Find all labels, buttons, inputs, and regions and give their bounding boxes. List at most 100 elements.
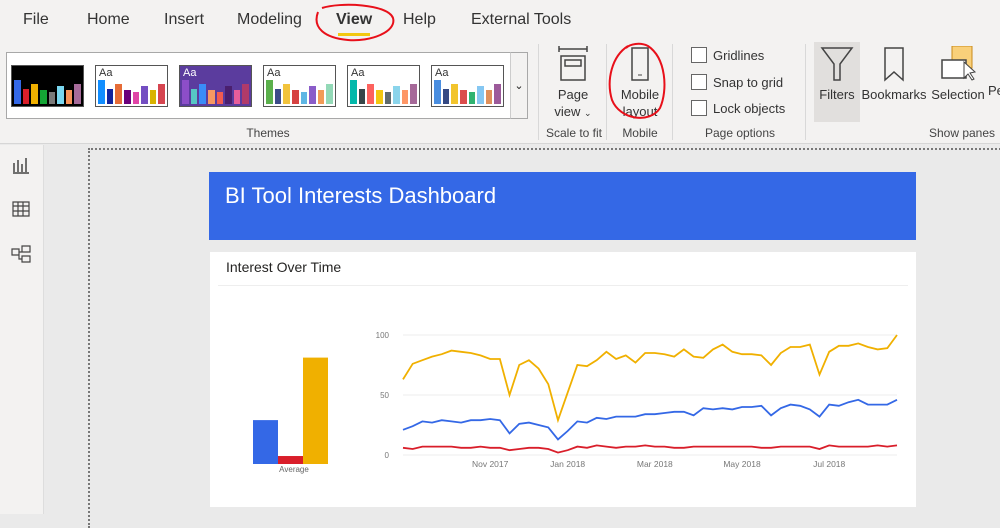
mobile-layout-button[interactable]: Mobile layout xyxy=(612,46,668,120)
theme-color-bar xyxy=(309,86,316,104)
bar-blue xyxy=(253,420,278,464)
theme-color-bars xyxy=(350,80,417,104)
y-tick-label: 0 xyxy=(385,451,390,460)
theme-color-bar xyxy=(31,84,38,104)
menu-external-tools[interactable]: External Tools xyxy=(471,11,571,29)
lock-objects-label: Lock objects xyxy=(713,100,786,116)
theme-color-bar xyxy=(141,86,148,104)
x-tick-label: May 2018 xyxy=(723,459,761,469)
gridlines-checkbox[interactable]: Gridlines xyxy=(691,47,764,63)
theme-color-bar xyxy=(283,84,290,104)
data-view-icon[interactable] xyxy=(11,199,31,219)
filters-button[interactable]: Filters xyxy=(814,42,860,122)
theme-color-bar xyxy=(123,90,131,104)
ribbon: Aa Aa Aa Aa Aa ⌄ Themes Page view ⌄ Scale to… xyxy=(0,40,1000,144)
theme-color-bar xyxy=(233,90,241,104)
y-tick-label: 50 xyxy=(380,391,389,400)
theme-color-bar xyxy=(291,90,299,104)
y-tick-label: 100 xyxy=(376,331,390,340)
theme-color-bar xyxy=(494,84,501,104)
theme-color-bar xyxy=(358,89,366,104)
theme-color-bar xyxy=(477,86,484,104)
x-tick-label: Nov 2017 xyxy=(472,459,509,469)
bar-category-label: Average xyxy=(279,465,309,474)
menu-modeling[interactable]: Modeling xyxy=(237,11,302,29)
page-view-label-2: view xyxy=(554,104,581,119)
menu-home[interactable]: Home xyxy=(87,11,130,29)
theme-color-bars xyxy=(182,80,249,104)
mobile-phone-icon xyxy=(631,47,649,81)
themes-gallery: Aa Aa Aa Aa Aa xyxy=(6,52,528,119)
theme-color-bar xyxy=(485,90,493,104)
menu-bar: File Home Insert Modeling View Help Exte… xyxy=(0,0,1000,40)
theme-color-bar xyxy=(158,84,165,104)
dashboard-title: BI Tool Interests Dashboard xyxy=(225,183,497,208)
theme-color-bar xyxy=(48,92,56,104)
theme-color-bar xyxy=(242,84,249,104)
theme-swatch[interactable]: Aa xyxy=(179,65,252,107)
theme-color-bar xyxy=(190,89,198,104)
selection-button[interactable]: Selection xyxy=(928,45,988,103)
theme-color-bar xyxy=(317,90,325,104)
theme-color-bar xyxy=(434,80,441,104)
gridlines-label: Gridlines xyxy=(713,47,765,63)
dashboard-title-banner: BI Tool Interests Dashboard xyxy=(209,172,916,240)
snap-to-grid-label: Snap to grid xyxy=(713,74,784,90)
menu-insert[interactable]: Insert xyxy=(164,11,204,29)
view-sidebar xyxy=(0,145,44,514)
lock-objects-checkbox[interactable]: Lock objects xyxy=(691,100,785,116)
bookmarks-button[interactable]: Bookmarks xyxy=(860,46,928,103)
performance-button[interactable]: Pe xyxy=(988,82,1000,99)
x-tick-label: Jul 2018 xyxy=(813,459,845,469)
line-series-red xyxy=(402,444,898,454)
menu-file[interactable]: File xyxy=(23,11,49,29)
theme-color-bar xyxy=(410,84,417,104)
theme-color-bar xyxy=(401,90,409,104)
theme-color-bar xyxy=(22,89,30,104)
theme-color-bar xyxy=(182,80,189,104)
snap-to-grid-checkbox[interactable]: Snap to grid xyxy=(691,74,783,90)
x-tick-label: Mar 2018 xyxy=(637,459,673,469)
filter-funnel-icon xyxy=(820,47,854,81)
theme-color-bar xyxy=(98,80,105,104)
page-view-button[interactable]: Page view ⌄ xyxy=(548,46,598,122)
report-view-icon[interactable] xyxy=(11,155,31,175)
theme-color-bar xyxy=(375,90,383,104)
mobile-group-label: Mobile xyxy=(622,126,658,140)
theme-color-bar xyxy=(384,92,392,104)
chart-svg: Average 0 50 100 Nov 2017 Jan 2018 Mar 2018 May… xyxy=(253,331,898,474)
bookmarks-label: Bookmarks xyxy=(861,87,927,102)
theme-swatch[interactable]: Aa xyxy=(263,65,336,107)
theme-color-bar xyxy=(393,86,400,104)
theme-aa-label: Aa xyxy=(267,67,281,79)
themes-more-button[interactable]: ⌄ xyxy=(510,52,528,119)
theme-swatch[interactable]: Aa xyxy=(347,65,420,107)
menu-help[interactable]: Help xyxy=(403,11,436,29)
interest-over-time-visual[interactable]: Interest Over Time Average 0 50 100 Nov 2017… xyxy=(210,252,916,507)
theme-color-bar xyxy=(442,89,450,104)
bar-red xyxy=(278,456,303,464)
bar-yellow xyxy=(303,357,328,464)
page-view-icon xyxy=(558,46,588,81)
theme-color-bar xyxy=(115,84,122,104)
menu-view[interactable]: View xyxy=(336,11,372,36)
theme-color-bar xyxy=(106,89,114,104)
line-series-yellow xyxy=(402,334,898,424)
theme-color-bars xyxy=(98,80,165,104)
theme-color-bar xyxy=(65,90,73,104)
theme-swatch[interactable]: Aa xyxy=(95,65,168,107)
theme-color-bar xyxy=(350,80,357,104)
selection-label: Selection xyxy=(931,87,985,102)
theme-color-bar xyxy=(216,92,224,104)
model-view-icon[interactable] xyxy=(11,244,31,264)
theme-swatch[interactable]: Aa xyxy=(431,65,504,107)
theme-swatch[interactable] xyxy=(11,65,84,107)
theme-color-bar xyxy=(274,89,282,104)
chevron-down-icon: ⌄ xyxy=(584,108,592,118)
page-options-label: Page options xyxy=(704,126,776,140)
theme-color-bar xyxy=(74,84,81,104)
theme-color-bar xyxy=(300,92,308,104)
show-panes-label: Show panes xyxy=(928,126,996,140)
theme-color-bar xyxy=(225,86,232,104)
theme-color-bar xyxy=(149,90,157,104)
